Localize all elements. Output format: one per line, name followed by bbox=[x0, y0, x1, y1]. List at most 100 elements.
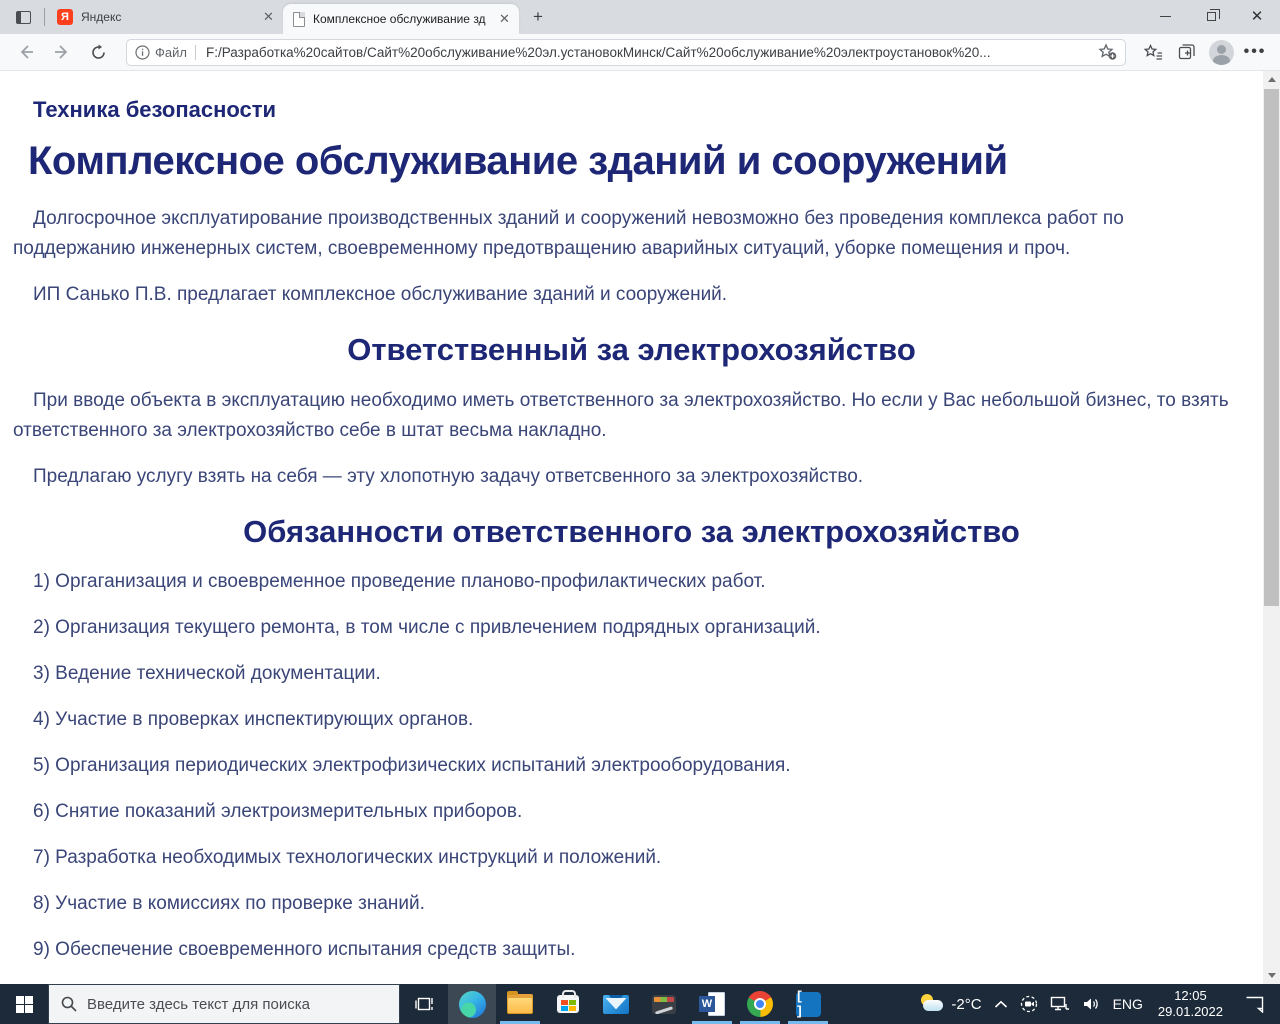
language-indicator[interactable]: ENG bbox=[1108, 984, 1148, 1024]
meet-now-icon bbox=[1020, 995, 1038, 1013]
section-title-duties: Обязанности ответственного за электрохоз… bbox=[13, 514, 1250, 550]
list-item: 6) Снятие показаний электроизмерительных… bbox=[13, 798, 1250, 826]
volume-icon bbox=[1082, 996, 1101, 1012]
scrollbar-down-button[interactable] bbox=[1263, 967, 1280, 984]
favorites-star-icon bbox=[1144, 44, 1163, 61]
list-item: 5) Организация периодических электрофизи… bbox=[13, 752, 1250, 780]
mail-icon bbox=[603, 995, 629, 1014]
show-hidden-icons-button[interactable] bbox=[989, 984, 1013, 1024]
tab-bar: Я Яндекс ✕ Комплексное обслуживание зд ✕… bbox=[0, 0, 1280, 34]
close-button[interactable]: ✕ bbox=[1234, 0, 1280, 33]
taskbar-app-chrome[interactable] bbox=[736, 984, 784, 1024]
restore-button[interactable] bbox=[1188, 0, 1234, 33]
paragraph-responsible-2: Предлагаю услугу взять на себя — эту хло… bbox=[13, 462, 1250, 492]
scroll-down-icon bbox=[1268, 973, 1276, 978]
brackets-icon: [ ] bbox=[796, 992, 821, 1017]
tab-yandex[interactable]: Я Яндекс ✕ bbox=[47, 4, 283, 30]
taskbar-app-brackets[interactable]: [ ] bbox=[784, 984, 832, 1024]
weather-widget[interactable]: -2°C bbox=[914, 984, 986, 1024]
time-label: 12:05 bbox=[1158, 988, 1223, 1004]
taskbar-search-input[interactable]: Введите здесь текст для поиска bbox=[48, 984, 400, 1024]
collections-icon bbox=[1178, 43, 1197, 61]
word-icon: W bbox=[699, 992, 725, 1016]
temperature-label: -2°C bbox=[951, 996, 981, 1013]
minimize-button[interactable] bbox=[1142, 0, 1188, 33]
list-item: 3) Ведение технической документации. bbox=[13, 660, 1250, 688]
tab-title: Яндекс bbox=[81, 10, 260, 24]
tab-separator bbox=[44, 8, 45, 26]
refresh-button[interactable] bbox=[82, 37, 114, 67]
network-button[interactable] bbox=[1045, 984, 1075, 1024]
file-explorer-icon bbox=[507, 994, 533, 1014]
system-tray: -2°C ENG 12:05 29.01.2022 bbox=[914, 984, 1280, 1024]
restore-icon bbox=[1207, 12, 1216, 21]
tab-actions-icon bbox=[16, 11, 31, 24]
article: Техника безопасности Комплексное обслужи… bbox=[0, 71, 1263, 984]
close-icon: ✕ bbox=[1251, 9, 1264, 24]
info-icon bbox=[135, 45, 150, 60]
date-label: 29.01.2022 bbox=[1158, 1004, 1223, 1020]
profile-button[interactable] bbox=[1206, 37, 1236, 67]
microsoft-store-icon bbox=[557, 995, 579, 1013]
forward-button[interactable] bbox=[46, 37, 78, 67]
favorites-button[interactable] bbox=[1138, 37, 1168, 67]
document-favicon-icon bbox=[293, 12, 305, 27]
refresh-icon bbox=[90, 44, 107, 61]
new-tab-button[interactable]: + bbox=[525, 4, 551, 30]
add-favorite-icon[interactable] bbox=[1098, 43, 1117, 61]
search-icon bbox=[61, 996, 77, 1012]
scrollbar-up-button[interactable] bbox=[1263, 71, 1280, 88]
action-center-icon bbox=[1245, 996, 1264, 1013]
page-title: Комплексное обслуживание зданий и сооруж… bbox=[13, 139, 1250, 184]
windows-logo-icon bbox=[16, 996, 33, 1013]
avatar bbox=[1209, 40, 1234, 65]
list-item: 4) Участие в проверках инспектирующих ор… bbox=[13, 706, 1250, 734]
taskbar-spacer bbox=[832, 984, 914, 1024]
volume-button[interactable] bbox=[1077, 984, 1106, 1024]
taskbar-app-file-explorer[interactable] bbox=[496, 984, 544, 1024]
back-button[interactable] bbox=[10, 37, 42, 67]
tab-actions-menu-button[interactable] bbox=[8, 4, 38, 30]
chevron-up-icon bbox=[994, 1000, 1008, 1009]
list-item: 2) Организация текущего ремонта, в том ч… bbox=[13, 614, 1250, 642]
list-item: 7) Разработка необходимых технологически… bbox=[13, 844, 1250, 872]
window-controls: ✕ bbox=[1142, 0, 1280, 33]
url-text: F:/Разработка%20сайтов/Сайт%20обслуживан… bbox=[206, 45, 1098, 60]
collections-button[interactable] bbox=[1172, 37, 1202, 67]
task-view-icon bbox=[415, 996, 434, 1013]
list-item: 9) Обеспечение своевременного испытания … bbox=[13, 936, 1250, 964]
scroll-up-icon bbox=[1268, 77, 1276, 82]
meet-now-button[interactable] bbox=[1015, 984, 1043, 1024]
vertical-scrollbar[interactable] bbox=[1263, 71, 1280, 984]
taskbar-app-mail[interactable] bbox=[592, 984, 640, 1024]
windows-taskbar: Введите здесь текст для поиска W [ ] -2°… bbox=[0, 984, 1280, 1024]
list-item: 8) Участие в комиссиях по проверке знани… bbox=[13, 890, 1250, 918]
nav-link-safety[interactable]: Техника безопасности bbox=[13, 97, 1250, 123]
start-button[interactable] bbox=[0, 984, 48, 1024]
page-content: Техника безопасности Комплексное обслужи… bbox=[0, 71, 1280, 984]
task-view-button[interactable] bbox=[400, 984, 448, 1024]
back-arrow-icon bbox=[17, 43, 35, 61]
taskbar-app-paint[interactable] bbox=[640, 984, 688, 1024]
paint-app-icon bbox=[652, 995, 676, 1014]
tab-close-icon[interactable]: ✕ bbox=[496, 11, 513, 28]
address-divider bbox=[195, 45, 196, 60]
taskbar-app-edge[interactable] bbox=[448, 984, 496, 1024]
search-placeholder: Введите здесь текст для поиска bbox=[87, 996, 310, 1013]
list-item: 1) Оргаганизация и своевременное проведе… bbox=[13, 568, 1250, 596]
taskbar-app-word[interactable]: W bbox=[688, 984, 736, 1024]
tab-close-icon[interactable]: ✕ bbox=[260, 9, 277, 26]
language-label: ENG bbox=[1113, 996, 1143, 1012]
clock[interactable]: 12:05 29.01.2022 bbox=[1150, 984, 1231, 1024]
chrome-icon bbox=[747, 991, 773, 1017]
action-center-button[interactable] bbox=[1233, 984, 1276, 1024]
taskbar-app-store[interactable] bbox=[544, 984, 592, 1024]
weather-icon bbox=[919, 994, 945, 1014]
network-icon bbox=[1050, 996, 1070, 1012]
forward-arrow-icon bbox=[53, 43, 71, 61]
settings-menu-button[interactable]: ••• bbox=[1240, 37, 1270, 67]
tab-complex-maintenance[interactable]: Комплексное обслуживание зд ✕ bbox=[283, 4, 519, 34]
ellipsis-icon: ••• bbox=[1244, 43, 1267, 61]
address-bar[interactable]: Файл F:/Разработка%20сайтов/Сайт%20обслу… bbox=[126, 39, 1126, 66]
scrollbar-thumb[interactable] bbox=[1264, 89, 1279, 606]
